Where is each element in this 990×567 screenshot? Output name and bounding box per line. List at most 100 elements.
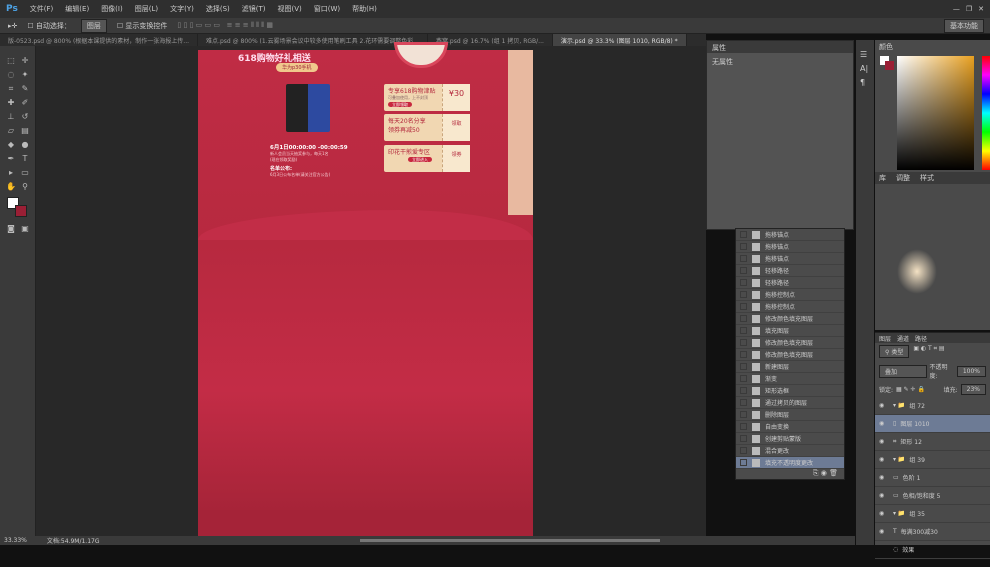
crop-tool-icon[interactable]: ⌗	[6, 84, 16, 94]
tab-libraries[interactable]: 库	[879, 173, 886, 183]
type-tool-icon[interactable]: T	[20, 154, 30, 164]
history-snapshot-checkbox[interactable]	[740, 315, 747, 322]
layer-name[interactable]: 色相/饱和度 5	[903, 491, 941, 500]
background-color-swatch[interactable]	[15, 205, 27, 217]
layer-name[interactable]: 图层 1010	[900, 419, 929, 428]
visibility-eye-icon[interactable]: ◉	[879, 438, 889, 445]
minimize-button[interactable]: —	[953, 5, 960, 13]
layer-name[interactable]: 色阶 1	[903, 473, 921, 482]
layer-row[interactable]: ◉ ▭ 色阶 1	[875, 469, 990, 487]
history-item[interactable]: 填充图层	[736, 325, 844, 337]
history-item[interactable]: 轻移路径	[736, 265, 844, 277]
blur-tool-icon[interactable]: ◆	[6, 140, 16, 150]
dodge-tool-icon[interactable]: ●	[20, 140, 30, 150]
menu-help[interactable]: 帮助(H)	[352, 4, 377, 14]
new-document-icon[interactable]: ⎘	[813, 469, 819, 477]
move-tool-icon[interactable]: ✛	[20, 56, 30, 66]
history-snapshot-checkbox[interactable]	[740, 327, 747, 334]
visibility-eye-icon[interactable]: ◉	[879, 528, 889, 535]
history-item[interactable]: 拖移控制点	[736, 301, 844, 313]
paragraph-panel-icon[interactable]: ¶	[860, 76, 870, 90]
layer-row[interactable]: ◉ ▭ 色相/饱和度 5	[875, 487, 990, 505]
properties-tab[interactable]: 属性	[707, 41, 853, 53]
coupon-2[interactable]: 每天20名分享 领券再减50 领取	[384, 114, 470, 141]
menu-layer[interactable]: 图层(L)	[135, 4, 158, 14]
history-snapshot-checkbox[interactable]	[740, 339, 747, 346]
layer-name[interactable]: 组 35	[909, 509, 925, 518]
visibility-eye-icon[interactable]: ◉	[879, 456, 889, 463]
layer-row[interactable]: ◉ ⌗ 矩形 12	[875, 433, 990, 451]
auto-select-dropdown[interactable]: 图层	[80, 18, 107, 33]
coupon-button[interactable]: 立即领取	[388, 102, 412, 107]
filter-icons[interactable]: ▣ ◐ T ⌗ ▤	[913, 345, 944, 358]
auto-select-checkbox[interactable]: ☐ 自动选择：	[27, 21, 71, 31]
zoom-tool-icon[interactable]: ⚲	[20, 182, 30, 192]
layer-row[interactable]: ◉ ▾ 📁 组 35	[875, 505, 990, 523]
history-item[interactable]: 修改颜色填充图层	[736, 313, 844, 325]
layer-name[interactable]: 组 39	[909, 455, 925, 464]
history-item[interactable]: 填充不透明度更改	[736, 457, 844, 469]
history-item[interactable]: 创建剪贴蒙版	[736, 433, 844, 445]
layer-row[interactable]: ◉ T 每满300减30	[875, 523, 990, 541]
menu-window[interactable]: 窗口(W)	[314, 4, 340, 14]
layer-filter-dropdown[interactable]: ⚲ 类型	[879, 345, 910, 358]
history-snapshot-checkbox[interactable]	[740, 459, 747, 466]
history-snapshot-checkbox[interactable]	[740, 363, 747, 370]
align-icons[interactable]: ▯ ▯ ▯ ▭ ▭ ▭ ≡ ≡ ≡ ⫴ ⫴ ⫴ ▦	[177, 21, 273, 30]
document-canvas[interactable]: 618购物好礼相送 华为p30手机 6月1日00:00:00 -00:00:59…	[198, 42, 533, 537]
history-item[interactable]: 删除图层	[736, 409, 844, 421]
layer-name[interactable]: 组 72	[909, 401, 925, 410]
gradient-tool-icon[interactable]: ▤	[20, 126, 30, 136]
history-item[interactable]: 通过拷贝的图层	[736, 397, 844, 409]
history-snapshot-checkbox[interactable]	[740, 267, 747, 274]
layer-row[interactable]: ◉ ▯ 图层 1010	[875, 415, 990, 433]
rectangle-tool-icon[interactable]: ▭	[20, 168, 30, 178]
history-snapshot-checkbox[interactable]	[740, 231, 747, 238]
close-button[interactable]: ✕	[978, 5, 984, 13]
eyedropper-icon[interactable]: ✎	[20, 84, 30, 94]
history-item[interactable]: 渐变	[736, 373, 844, 385]
coupon-1[interactable]: 专享618购物津贴 可叠加使用，上不封顶 立即领取 ¥30	[384, 84, 470, 111]
fill-field[interactable]: 23%	[960, 384, 986, 395]
hand-tool-icon[interactable]: ✋	[6, 182, 16, 192]
tab-layers[interactable]: 图层	[879, 334, 891, 343]
history-snapshot-checkbox[interactable]	[740, 411, 747, 418]
visibility-eye-icon[interactable]: ◉	[879, 510, 889, 517]
quick-mask-icon[interactable]: ◙	[6, 224, 16, 234]
coupon-3[interactable]: 印花干煎爱专区 立即进入 领券	[384, 145, 470, 172]
workspace-dropdown[interactable]: 基本功能	[944, 18, 984, 33]
show-transform-checkbox[interactable]: ☐ 显示变换控件	[117, 21, 168, 31]
hue-slider[interactable]	[982, 56, 990, 170]
layer-name[interactable]: 每满300减30	[901, 527, 938, 536]
horizontal-scrollbar[interactable]	[360, 539, 660, 542]
visibility-eye-icon[interactable]: ◉	[879, 402, 889, 409]
healing-icon[interactable]: ✚	[6, 98, 16, 108]
lasso-tool-icon[interactable]: ◌	[6, 70, 16, 80]
zoom-level[interactable]: 33.33%	[4, 537, 27, 544]
history-snapshot-checkbox[interactable]	[740, 435, 747, 442]
layer-row[interactable]: ◉ ▾ 📁 组 72	[875, 397, 990, 415]
tab-adjustments[interactable]: 调整	[896, 173, 910, 183]
tab-doc-1[interactable]: 版-0523.psd @ 800% (根据本课提供的素材，制作一张海报上传...	[0, 34, 199, 46]
blend-mode-dropdown[interactable]: 叠加	[879, 364, 927, 378]
tab-channels[interactable]: 通道	[897, 334, 909, 343]
lock-icons[interactable]: ▦ ✎ ✛ 🔒	[896, 386, 925, 393]
history-snapshot-checkbox[interactable]	[740, 243, 747, 250]
quick-select-icon[interactable]: ✦	[20, 70, 30, 80]
menu-view[interactable]: 视图(V)	[278, 4, 302, 14]
history-snapshot-checkbox[interactable]	[740, 423, 747, 430]
menu-filter[interactable]: 滤镜(T)	[242, 4, 266, 14]
history-item[interactable]: 轻移路径	[736, 277, 844, 289]
menu-type[interactable]: 文字(Y)	[170, 4, 194, 14]
pen-tool-icon[interactable]: ✒	[6, 154, 16, 164]
history-item[interactable]: 拖移锚点	[736, 229, 844, 241]
brush-panel-icon[interactable]: ☰	[860, 48, 870, 62]
layer-row[interactable]: ◉ ▾ 📁 组 39	[875, 451, 990, 469]
history-snapshot-checkbox[interactable]	[740, 291, 747, 298]
visibility-eye-icon[interactable]: ◉	[879, 492, 889, 499]
history-item[interactable]: 修改颜色填充图层	[736, 349, 844, 361]
bg-color-swatch[interactable]	[885, 61, 894, 70]
history-snapshot-checkbox[interactable]	[740, 399, 747, 406]
path-select-icon[interactable]: ▸	[6, 168, 16, 178]
screen-mode-icon[interactable]: ▣	[20, 224, 30, 234]
